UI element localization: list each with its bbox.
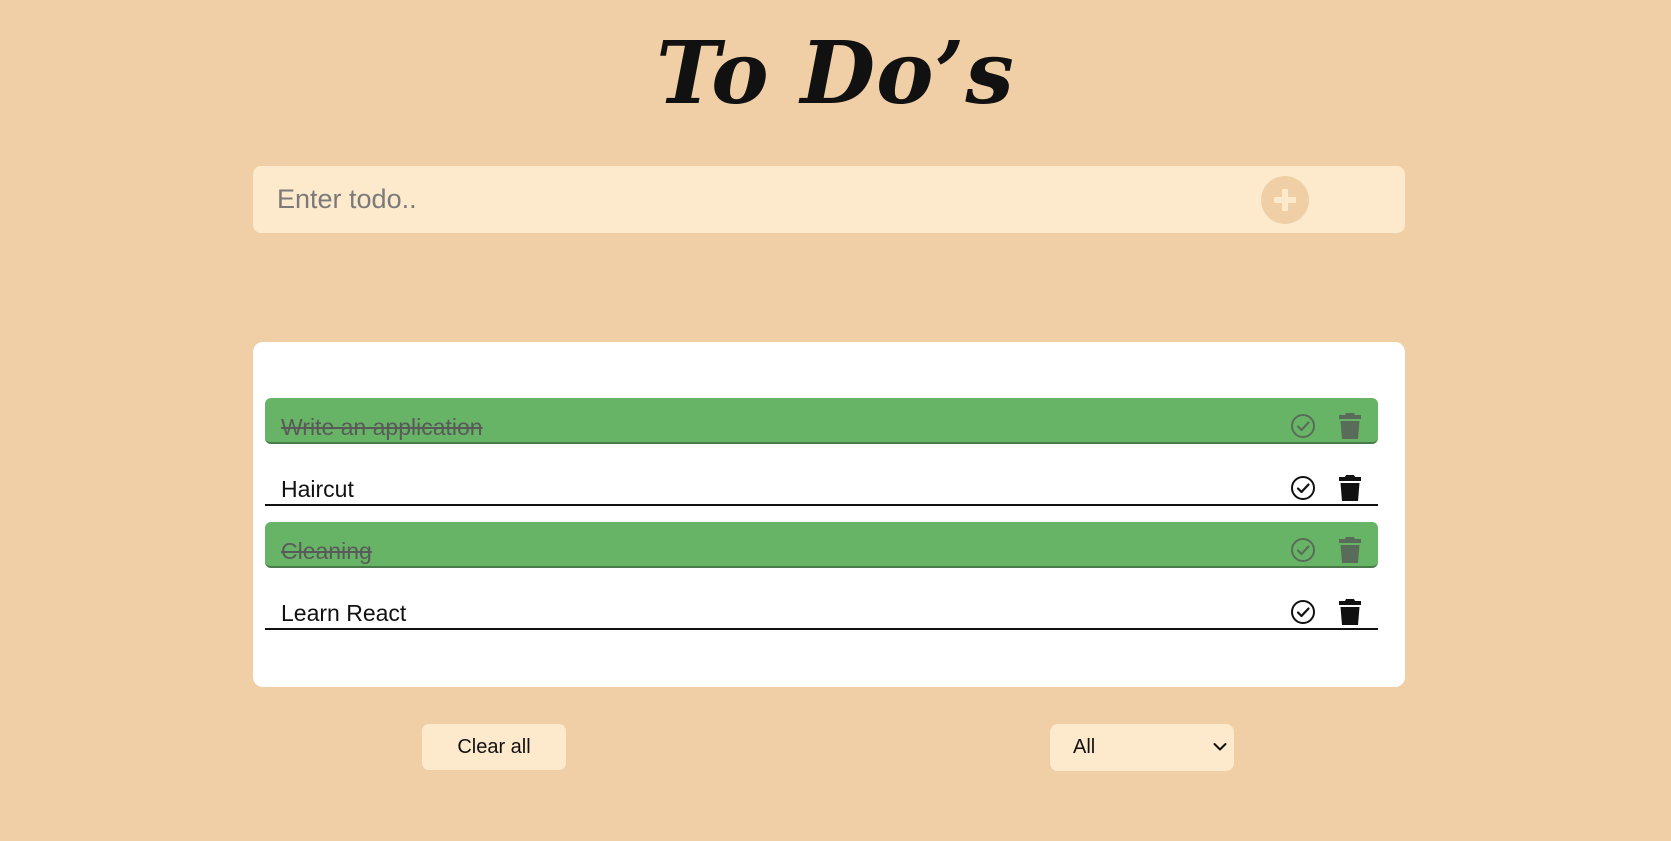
plus-icon xyxy=(1274,189,1296,211)
filter-select[interactable]: All xyxy=(1050,724,1234,771)
trash-icon xyxy=(1339,413,1361,439)
trash-icon xyxy=(1339,475,1361,501)
todo-text: Write an application xyxy=(281,414,483,440)
todo-item: Write an application xyxy=(265,398,1378,444)
trash-icon xyxy=(1339,599,1361,625)
delete-todo-button[interactable] xyxy=(1338,412,1362,440)
todo-text: Cleaning xyxy=(281,538,372,564)
todo-item: Learn React xyxy=(265,584,1378,630)
check-circle-icon xyxy=(1291,538,1315,562)
filter-selected-value: All xyxy=(1073,736,1096,758)
complete-todo-button[interactable] xyxy=(1290,599,1316,625)
todo-input[interactable] xyxy=(277,166,1277,233)
check-circle-icon xyxy=(1291,476,1315,500)
check-circle-icon xyxy=(1291,600,1315,624)
trash-icon xyxy=(1339,537,1361,563)
clear-all-button[interactable]: Clear all xyxy=(422,724,566,770)
complete-todo-button[interactable] xyxy=(1290,413,1316,439)
todo-item: Cleaning xyxy=(265,522,1378,568)
complete-todo-button[interactable] xyxy=(1290,537,1316,563)
delete-todo-button[interactable] xyxy=(1338,474,1362,502)
page-title: To Do’s xyxy=(656,23,1015,124)
delete-todo-button[interactable] xyxy=(1338,598,1362,626)
todo-text: Learn React xyxy=(281,600,407,626)
check-circle-icon xyxy=(1291,414,1315,438)
todo-text: Haircut xyxy=(281,476,354,502)
todo-item: Haircut xyxy=(265,460,1378,506)
complete-todo-button[interactable] xyxy=(1290,475,1316,501)
delete-todo-button[interactable] xyxy=(1338,536,1362,564)
chevron-down-icon xyxy=(1213,743,1227,751)
add-todo-button[interactable] xyxy=(1261,176,1309,224)
todo-list: Write an application Haircut Cleaning Le… xyxy=(253,342,1405,687)
todo-input-bar xyxy=(253,166,1405,233)
